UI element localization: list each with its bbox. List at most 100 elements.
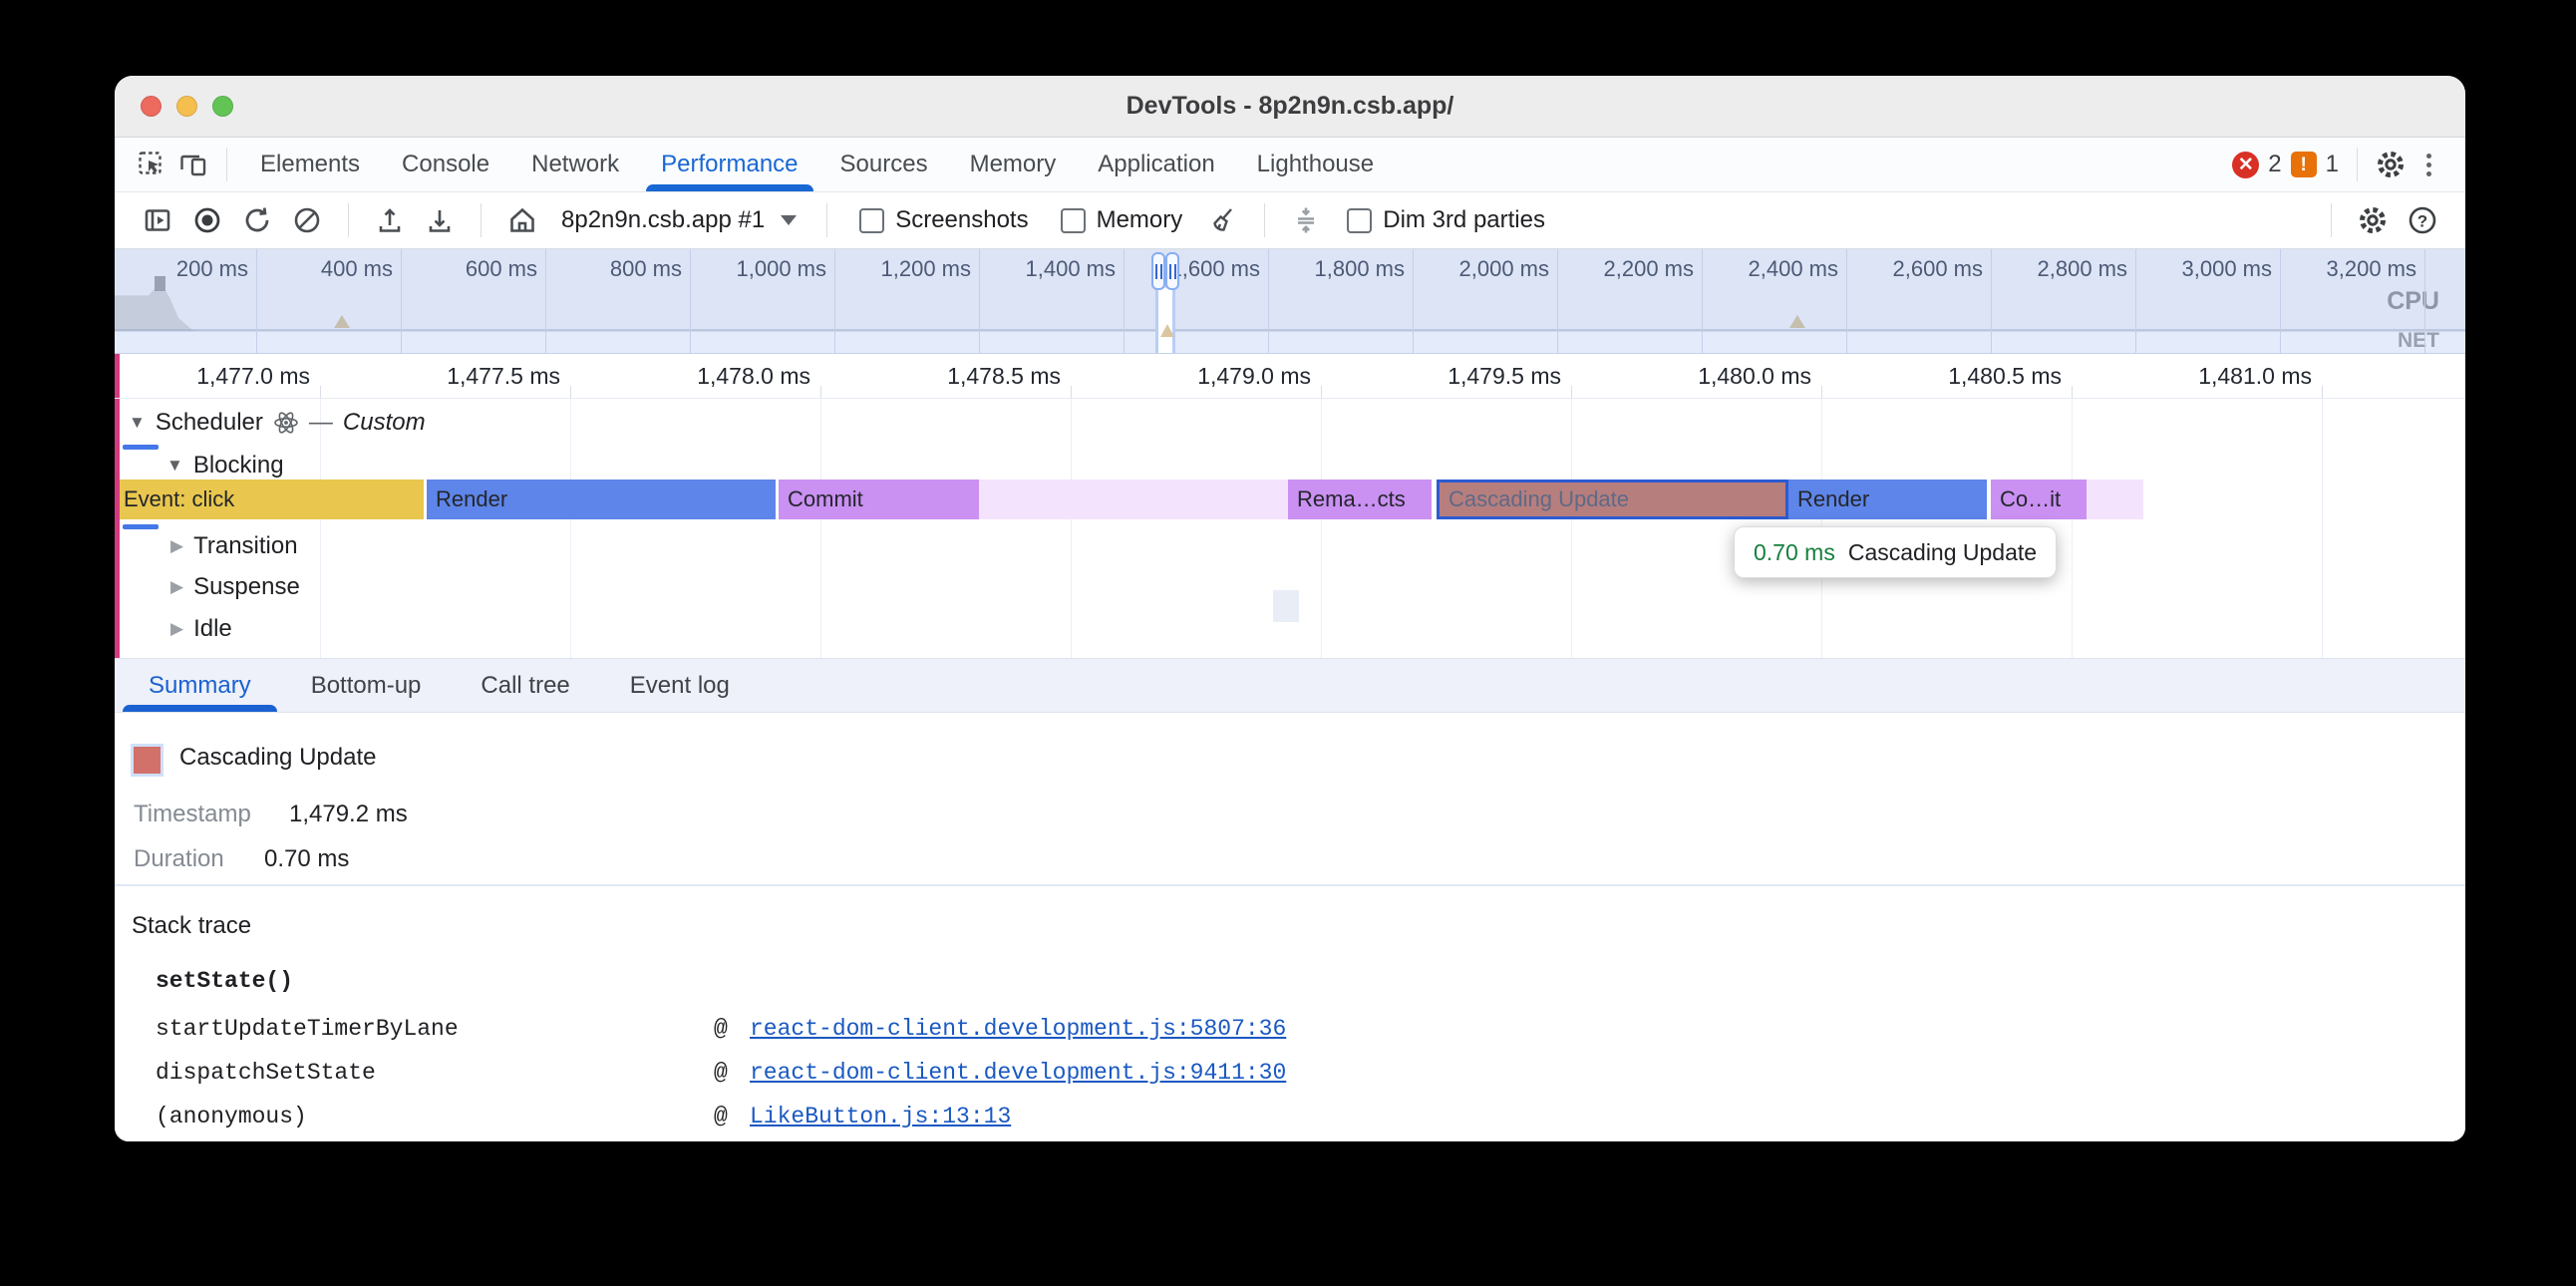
frame-source-link[interactable]: react-dom-client.development.js:5807:36 bbox=[750, 1016, 1286, 1042]
tab-console[interactable]: Console bbox=[381, 138, 510, 191]
event-color-swatch bbox=[134, 747, 161, 774]
record-and-reload-button[interactable] bbox=[236, 198, 278, 242]
dim-3rd-parties-checkbox[interactable] bbox=[1347, 208, 1372, 233]
collapse-sections-icon[interactable] bbox=[1285, 198, 1327, 242]
tab-elements[interactable]: Elements bbox=[239, 138, 381, 191]
flame-bar-co-it[interactable]: Co…it bbox=[1991, 480, 2087, 519]
record-button[interactable] bbox=[186, 198, 228, 242]
flame-chart-tracks[interactable]: ▼ Scheduler — Custom ▼ Blocking Event: c… bbox=[115, 399, 2465, 658]
settings-gear-icon[interactable] bbox=[2370, 143, 2412, 186]
tab-sources[interactable]: Sources bbox=[819, 138, 949, 191]
stack-origin: setState() bbox=[156, 968, 293, 994]
memory-checkbox[interactable] bbox=[1061, 208, 1086, 233]
expand-triangle-icon[interactable]: ▼ bbox=[166, 456, 183, 476]
flame-bar-filler[interactable] bbox=[2087, 480, 2143, 519]
profile-selector-dropdown[interactable]: 8p2n9n.csb.app #1 bbox=[551, 206, 806, 234]
overview-tick-label: 1,800 ms bbox=[1255, 256, 1405, 282]
tab-application[interactable]: Application bbox=[1077, 138, 1235, 191]
track-gridline bbox=[1571, 399, 1572, 658]
details-tab-call-tree[interactable]: Call tree bbox=[451, 659, 599, 712]
collapsed-triangle-icon[interactable]: ▶ bbox=[170, 619, 183, 639]
screenshots-checkbox[interactable] bbox=[859, 208, 884, 233]
selected-tab-underline bbox=[646, 184, 812, 191]
screenshots-checkbox-group[interactable]: Screenshots bbox=[847, 206, 1040, 234]
clear-recording-button[interactable] bbox=[286, 198, 328, 242]
flame-bar-commit[interactable]: Commit bbox=[779, 480, 979, 519]
track-row-blocking[interactable]: ▼ Blocking bbox=[166, 451, 284, 481]
track-row-suspense[interactable]: ▶ Suspense bbox=[170, 572, 300, 602]
device-toolbar-icon[interactable] bbox=[172, 143, 214, 186]
separator bbox=[226, 148, 227, 181]
selection-left-handle[interactable] bbox=[1151, 252, 1165, 290]
overview-tick-label: 3,000 ms bbox=[2122, 256, 2272, 282]
track-row-transition[interactable]: ▶ Transition bbox=[170, 531, 298, 561]
collect-garbage-broom-icon[interactable] bbox=[1202, 198, 1244, 242]
flame-bar-render[interactable]: Render bbox=[427, 480, 776, 519]
track-header-scheduler[interactable]: ▼ Scheduler — Custom bbox=[129, 407, 426, 439]
upload-profile-icon[interactable] bbox=[369, 198, 411, 242]
tab-lighthouse[interactable]: Lighthouse bbox=[1236, 138, 1395, 191]
collapsed-triangle-icon[interactable]: ▶ bbox=[170, 577, 183, 597]
track-row-idle[interactable]: ▶ Idle bbox=[170, 614, 232, 644]
separator bbox=[2357, 148, 2358, 181]
dim-3rd-parties-checkbox-group[interactable]: Dim 3rd parties bbox=[1335, 206, 1557, 234]
flame-bar-cascading-update[interactable]: Cascading Update bbox=[1437, 480, 1788, 519]
download-profile-icon[interactable] bbox=[419, 198, 461, 242]
track-gridline bbox=[1071, 399, 1072, 658]
timeline-marker-icon bbox=[334, 315, 350, 328]
toggle-sidebar-icon[interactable] bbox=[137, 198, 178, 242]
ruler-tick bbox=[820, 386, 821, 398]
overview-tick-label: 2,000 ms bbox=[1400, 256, 1549, 282]
ruler-tick bbox=[1321, 386, 1322, 398]
selection-right-handle[interactable] bbox=[1165, 252, 1179, 290]
ruler-tick-label: 1,478.0 ms bbox=[621, 363, 810, 390]
stack-trace-title: Stack trace bbox=[132, 912, 251, 940]
flame-bar-render[interactable]: Render bbox=[1788, 480, 1987, 519]
minimize-window-button[interactable] bbox=[176, 96, 197, 117]
zoom-window-button[interactable] bbox=[212, 96, 233, 117]
tab-performance[interactable]: Performance bbox=[640, 138, 818, 191]
frame-at-symbol: @ bbox=[714, 1016, 728, 1042]
timeline-marker-icon bbox=[1789, 315, 1805, 328]
home-icon[interactable] bbox=[501, 198, 543, 242]
collapsed-triangle-icon[interactable]: ▶ bbox=[170, 536, 183, 556]
timeline-overview[interactable]: CPU NET 200 ms400 ms600 ms800 ms1,000 ms… bbox=[115, 249, 2465, 354]
ruler-tick-label: 1,480.5 ms bbox=[1872, 363, 2062, 390]
devtools-tab-bar: ElementsConsoleNetwork Performance Sources… bbox=[115, 138, 2465, 192]
track-gridline bbox=[1321, 399, 1322, 658]
more-options-kebab-icon[interactable] bbox=[2412, 143, 2445, 186]
tab-network[interactable]: Network bbox=[510, 138, 640, 191]
scheduler-track-label: Scheduler bbox=[156, 409, 263, 437]
overview-tick-label: 1,600 ms bbox=[1111, 256, 1260, 282]
track-preview-bar bbox=[123, 524, 159, 529]
flame-bar-filler[interactable] bbox=[979, 480, 1288, 519]
overview-tick-label: 1,200 ms bbox=[821, 256, 971, 282]
timestamp-label: Timestamp bbox=[134, 801, 251, 828]
memory-label: Memory bbox=[1097, 206, 1183, 234]
ruler-tick-label: 1,479.0 ms bbox=[1122, 363, 1311, 390]
tab-label: Sources bbox=[840, 151, 928, 178]
flame-chart-bar-row[interactable]: Event: clickRenderCommitRema…ctsCascadin… bbox=[115, 480, 2465, 519]
flame-bar-rema-cts[interactable]: Rema…cts bbox=[1288, 480, 1432, 519]
expand-triangle-icon[interactable]: ▼ bbox=[129, 413, 146, 433]
frame-source-link[interactable]: LikeButton.js:13:13 bbox=[750, 1104, 1011, 1129]
selected-tab-underline bbox=[123, 705, 277, 712]
overview-tick-label: 2,200 ms bbox=[1544, 256, 1694, 282]
console-badges[interactable]: ✕ 2 ! 1 bbox=[2232, 151, 2339, 178]
inspect-element-icon[interactable] bbox=[131, 143, 172, 186]
memory-checkbox-group[interactable]: Memory bbox=[1049, 206, 1195, 234]
details-tab-bottom-up[interactable]: Bottom-up bbox=[281, 659, 452, 712]
tab-label: Performance bbox=[661, 151, 798, 178]
panel-settings-gear-icon[interactable] bbox=[2352, 198, 2394, 242]
close-window-button[interactable] bbox=[141, 96, 161, 117]
details-tab-summary[interactable]: Summary bbox=[119, 659, 281, 712]
frame-source-link[interactable]: react-dom-client.development.js:9411:30 bbox=[750, 1060, 1286, 1086]
flame-bar-event-click[interactable]: Event: click bbox=[115, 480, 424, 519]
tab-memory[interactable]: Memory bbox=[949, 138, 1078, 191]
details-tab-event-log[interactable]: Event log bbox=[600, 659, 760, 712]
separator bbox=[1264, 203, 1265, 237]
selection-window[interactable] bbox=[1155, 288, 1175, 353]
blocking-row-label: Blocking bbox=[193, 452, 284, 480]
divider bbox=[115, 884, 2465, 886]
help-icon[interactable]: ? bbox=[2402, 198, 2443, 242]
